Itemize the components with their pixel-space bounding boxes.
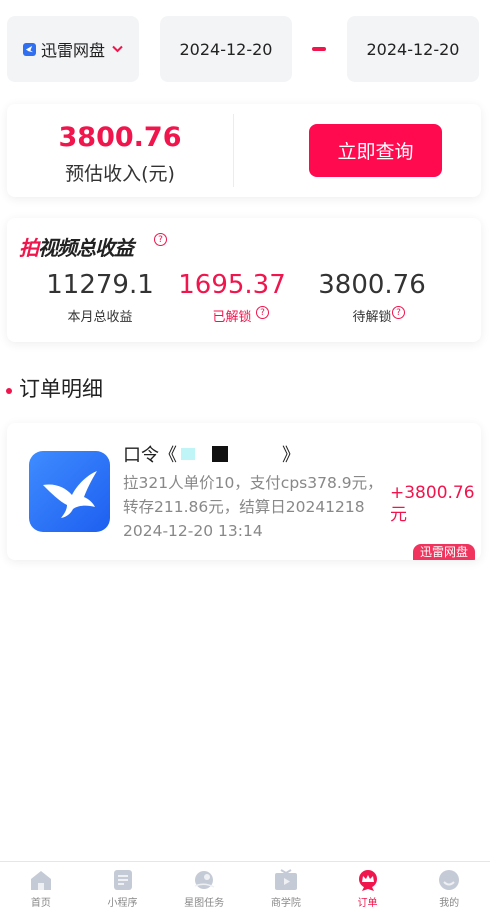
nav-label: 商学院: [270, 898, 301, 909]
start-date-picker[interactable]: 2024-12-20: [160, 16, 292, 82]
income-label: 预估收入(元): [65, 163, 175, 185]
video-earnings-card: 拍视频总收益 ? 11279.1 本月总收益 1695.37 已解锁 ? 380…: [7, 218, 481, 342]
stat-value: 3800.76: [318, 270, 426, 300]
crown-icon: [356, 869, 380, 891]
redaction-mark: [212, 446, 228, 462]
nav-label: 星图任务: [184, 898, 225, 909]
xunlei-bird-icon: [29, 451, 110, 532]
nav-item-business-school[interactable]: 商学院: [245, 862, 327, 910]
order-time: 2024-12-20 13:14: [123, 522, 263, 540]
chevron-down-icon: [112, 42, 123, 56]
orders-section-header: 订单明细: [6, 373, 103, 403]
order-title-prefix: 口令《: [123, 445, 177, 466]
stat-label: 待解锁: [352, 310, 392, 325]
earnings-title-accent: 拍: [19, 236, 39, 260]
earnings-title: 拍视频总收益: [19, 232, 134, 261]
document-icon: [111, 869, 135, 891]
nav-item-mini-programs[interactable]: 小程序: [82, 862, 164, 910]
planet-icon: [192, 869, 216, 891]
order-amount: +3800.76元: [390, 483, 475, 525]
section-bullet: [6, 388, 12, 394]
nav-item-xingtu-tasks[interactable]: 星图任务: [163, 862, 245, 910]
order-card[interactable]: 口令《 》 拉321人单价10，支付cps378.9元，转存211.86元，结算…: [7, 423, 481, 560]
tv-icon: [274, 869, 298, 891]
nav-label: 首页: [30, 898, 51, 909]
query-button[interactable]: 立即查询: [309, 124, 442, 177]
income-card: 3800.76 预估收入(元) 立即查询: [7, 104, 481, 197]
stat-unlocked: 1695.37 已解锁 ?: [152, 270, 312, 325]
nav-label: 我的: [439, 898, 460, 909]
help-icon[interactable]: ?: [392, 306, 405, 319]
income-value: 3800.76: [58, 122, 182, 153]
face-icon: [437, 869, 461, 891]
order-description: 拉321人单价10，支付cps378.9元，转存211.86元，结算日20241…: [123, 474, 383, 516]
stat-pending: 3800.76 待解锁 ?: [292, 270, 452, 325]
order-source-tag: 迅雷网盘: [412, 544, 475, 560]
xunlei-logo-icon: [22, 42, 36, 56]
order-title-suffix: 》: [282, 445, 300, 466]
end-date-picker[interactable]: 2024-12-20: [347, 16, 479, 82]
order-title: 口令《 》: [123, 441, 300, 467]
nav-item-orders[interactable]: 订单: [327, 862, 409, 910]
earnings-title-text: 视频总收益: [38, 236, 134, 260]
section-title: 订单明细: [19, 377, 103, 401]
nav-item-home[interactable]: 首页: [0, 862, 82, 910]
home-icon: [29, 869, 53, 891]
app-select-label: 迅雷网盘: [40, 41, 105, 60]
date-range-separator: [312, 47, 326, 51]
estimated-income: 3800.76 预估收入(元): [7, 104, 233, 197]
help-icon[interactable]: ?: [256, 306, 269, 319]
divider: [233, 114, 234, 187]
help-icon[interactable]: ?: [154, 233, 167, 246]
app-select-dropdown[interactable]: 迅雷网盘: [7, 16, 139, 82]
redaction-mark: [181, 448, 195, 460]
nav-label: 订单: [357, 898, 378, 909]
bottom-nav: 首页 小程序 星图任务 商学院 订单 我的: [0, 861, 490, 910]
stat-value: 1695.37: [178, 270, 286, 300]
nav-item-mine[interactable]: 我的: [408, 862, 490, 910]
filter-row: 迅雷网盘 2024-12-20 2024-12-20: [7, 16, 481, 82]
nav-label: 小程序: [107, 898, 138, 909]
stat-label: 已解锁: [212, 310, 252, 325]
